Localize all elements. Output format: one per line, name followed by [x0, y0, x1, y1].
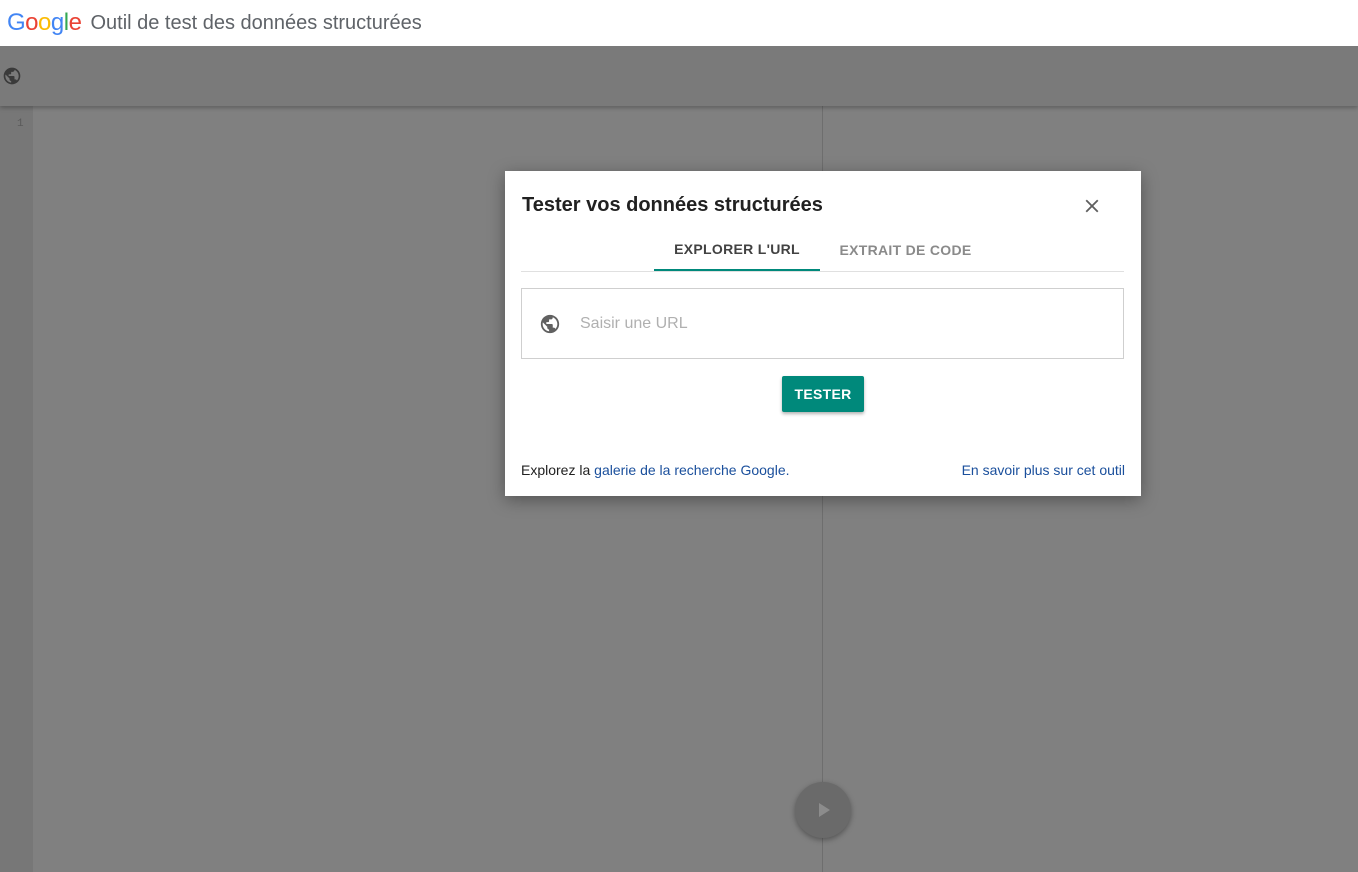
play-icon [819, 803, 830, 817]
globe-icon [540, 314, 560, 333]
logo-letter: G [7, 9, 26, 36]
url-input[interactable] [578, 313, 1102, 334]
line-gutter: 1 [0, 106, 33, 872]
app-header: G o o g l e Outil de test des données st… [0, 0, 1358, 46]
logo-letter: e [68, 9, 82, 36]
google-logo: G o o g l e [7, 9, 82, 36]
footer-prefix: Explorez la [521, 462, 595, 478]
gallery-link[interactable]: galerie de la recherche Google. [594, 462, 789, 478]
globe-icon[interactable] [2, 66, 22, 86]
footer-gallery: Explorez la galerie de la recherche Goog… [521, 462, 790, 478]
tester-button[interactable]: TESTER [782, 376, 864, 412]
logo-letter: o [25, 9, 39, 36]
tab-extrait-code[interactable]: EXTRAIT DE CODE [828, 229, 983, 270]
tab-bar: EXPLORER L'URL EXTRAIT DE CODE [521, 229, 1124, 272]
url-field [521, 288, 1124, 359]
logo-letter: g [50, 9, 64, 36]
dialog-title: Tester vos données structurées [522, 194, 823, 216]
test-dialog: Tester vos données structurées EXPLORER … [505, 171, 1141, 496]
run-button[interactable] [795, 782, 851, 838]
toolbar [0, 46, 1358, 106]
app-title: Outil de test des données structurées [90, 11, 422, 34]
logo-letter: o [38, 9, 51, 36]
tab-explorer-url[interactable]: EXPLORER L'URL [654, 229, 820, 271]
close-icon[interactable] [1081, 195, 1103, 217]
line-number: 1 [17, 118, 24, 130]
learn-more-link[interactable]: En savoir plus sur cet outil [962, 462, 1125, 478]
